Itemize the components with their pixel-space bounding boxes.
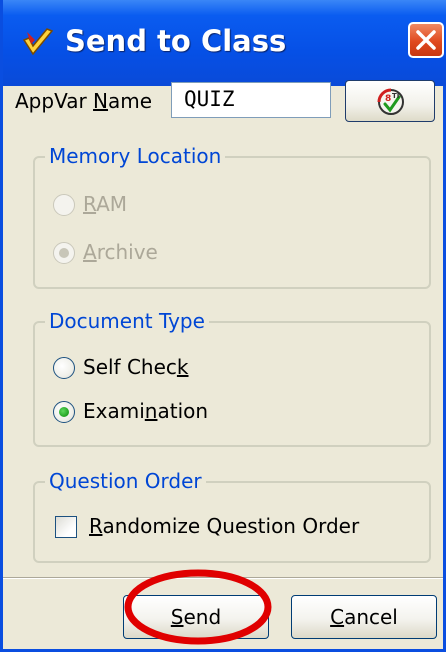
ti-connect-button[interactable]: 8 TI xyxy=(345,80,435,122)
radio-examination-dot xyxy=(59,407,69,417)
document-type-group: Document Type Self Check Examination xyxy=(33,309,431,447)
document-type-legend: Document Type xyxy=(45,309,209,333)
appvar-name-input[interactable]: QUIZ xyxy=(171,82,331,118)
radio-ram-label: RAM xyxy=(83,192,128,216)
radio-archive-dot xyxy=(59,248,69,258)
send-button[interactable]: Send xyxy=(123,595,269,639)
randomize-label[interactable]: Randomize Question Order xyxy=(89,514,359,538)
svg-text:8: 8 xyxy=(385,94,391,104)
question-order-legend: Question Order xyxy=(45,469,206,493)
ti-checkmark-icon xyxy=(22,28,54,56)
svg-text:TI: TI xyxy=(392,92,399,100)
footer-divider xyxy=(3,577,443,579)
radio-examination-label[interactable]: Examination xyxy=(83,399,208,423)
memory-location-legend: Memory Location xyxy=(45,144,226,168)
radio-self-check-circle[interactable] xyxy=(53,357,75,379)
close-icon xyxy=(416,30,436,50)
window-title: Send to Class xyxy=(65,24,287,58)
radio-self-check-label[interactable]: Self Check xyxy=(83,355,189,379)
question-order-group: Question Order Randomize Question Order xyxy=(33,469,431,563)
memory-location-group: Memory Location RAM Archive xyxy=(33,144,431,289)
radio-examination-circle[interactable] xyxy=(53,401,75,423)
appvar-name-label: AppVar Name xyxy=(15,89,153,113)
randomize-checkbox[interactable] xyxy=(55,516,77,538)
send-to-class-dialog: Send to Class AppVar Name QUIZ 8 TI Memo… xyxy=(0,0,446,652)
cancel-button[interactable]: Cancel xyxy=(291,595,437,639)
radio-ram-circle xyxy=(53,194,75,216)
ti-connect-icon: 8 TI xyxy=(377,88,404,115)
title-bar[interactable]: Send to Class xyxy=(3,0,446,86)
radio-archive-circle xyxy=(53,242,75,264)
close-button[interactable] xyxy=(408,22,444,58)
radio-archive-label: Archive xyxy=(83,240,158,264)
